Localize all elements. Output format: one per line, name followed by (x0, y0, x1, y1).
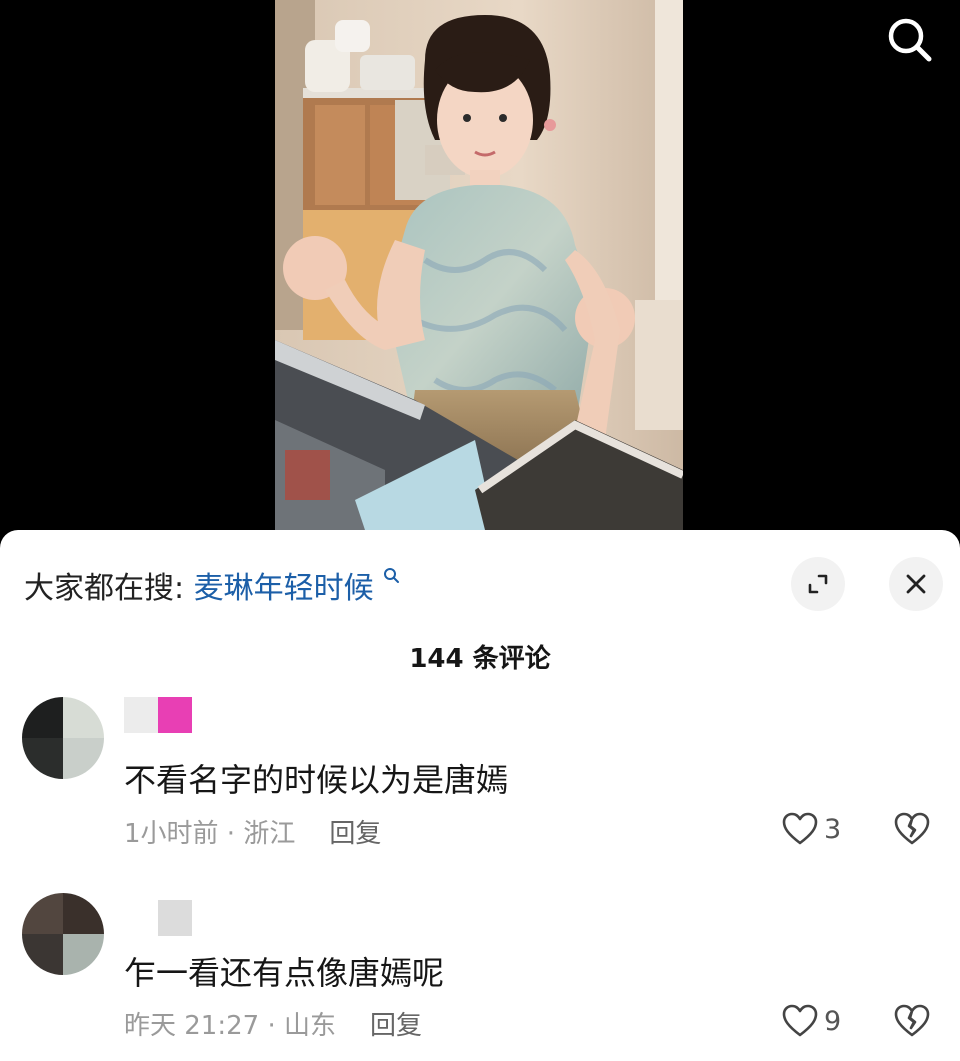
search-icon (888, 18, 932, 62)
comment-meta: 1小时前 · 浙江 回复 (124, 813, 381, 850)
search-suggestion-prefix: 大家都在搜: (24, 571, 185, 606)
like-button[interactable]: 3 (782, 812, 841, 846)
search-suggestion[interactable]: 大家都在搜: 麦琳年轻时候 (24, 563, 401, 607)
avatar[interactable] (22, 893, 104, 975)
small-search-icon (384, 568, 400, 583)
search-suggestion-term[interactable]: 麦琳年轻时候 (194, 571, 374, 606)
username-redacted[interactable] (124, 697, 224, 733)
dislike-button[interactable] (893, 812, 931, 850)
expand-icon (808, 574, 828, 594)
search-button[interactable] (882, 12, 938, 68)
like-button[interactable]: 9 (782, 1004, 841, 1038)
broken-heart-icon (894, 1004, 930, 1037)
heart-icon (782, 812, 818, 845)
like-count: 3 (824, 813, 842, 845)
reply-button[interactable]: 回复 (329, 819, 381, 849)
expand-button[interactable] (791, 557, 845, 611)
username-redacted[interactable] (124, 900, 204, 936)
close-icon (906, 574, 926, 594)
close-button[interactable] (889, 557, 943, 611)
reply-button[interactable]: 回复 (370, 1011, 422, 1041)
comment-meta: 昨天 21:27 · 山东 回复 (124, 1005, 422, 1042)
comment-time-location: 昨天 21:27 · 山东 (124, 1011, 336, 1041)
avatar[interactable] (22, 697, 104, 779)
comment-count: 144 条评论 (409, 644, 551, 674)
heart-icon (782, 1004, 818, 1037)
video-thumbnail-image (275, 0, 683, 530)
video-frame[interactable] (275, 0, 683, 530)
video-area[interactable] (0, 0, 960, 530)
like-count: 9 (824, 1005, 842, 1037)
broken-heart-icon (894, 812, 930, 845)
dislike-button[interactable] (893, 1004, 931, 1042)
comment-time-location: 1小时前 · 浙江 (124, 819, 296, 849)
comment-text: 乍一看还有点像唐嫣呢 (124, 954, 445, 992)
comment-text: 不看名字的时候以为是唐嫣 (124, 761, 509, 799)
